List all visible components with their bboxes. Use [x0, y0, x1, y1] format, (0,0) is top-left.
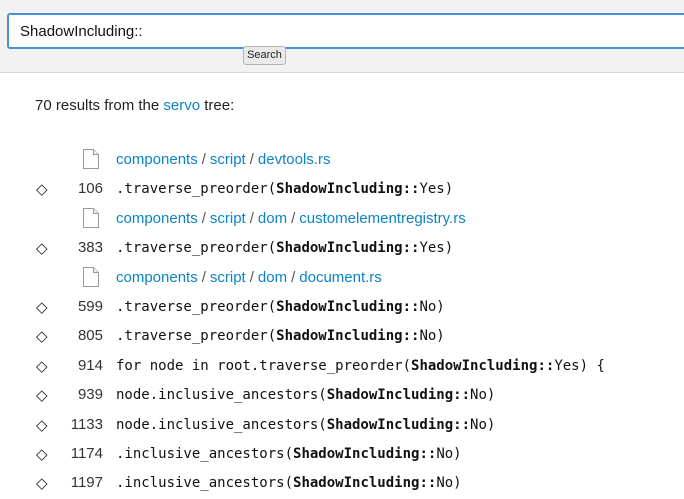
code-match-highlight: ShadowIncluding::: [326, 387, 471, 404]
results-suffix: tree:: [204, 97, 235, 114]
code-before-match: .traverse_preorder(: [116, 181, 277, 198]
results-list: components / script / devtools.rs ◇ 106 .traver…: [0, 146, 684, 499]
path-segment-link[interactable]: script: [210, 210, 246, 227]
code-match-highlight: ShadowIncluding::: [411, 357, 555, 374]
code-after-match: Yes): [419, 240, 454, 257]
code-after-match: Yes): [419, 181, 454, 198]
code-after-match: No): [436, 445, 462, 462]
path-separator: /: [201, 209, 206, 227]
file-icon: [83, 207, 99, 228]
path-separator: /: [249, 268, 254, 286]
code-match-highlight: ShadowIncluding::: [326, 416, 471, 433]
result-line-row: ◇ 599 .traverse_preorder(ShadowIncluding::…: [0, 293, 684, 322]
line-number-link[interactable]: 106: [55, 180, 103, 197]
file-row: components / script / dom / document.rs: [0, 264, 684, 293]
diamond-icon[interactable]: ◇: [36, 357, 48, 375]
file-row: components / script / devtools.rs: [0, 146, 684, 175]
code-before-match: .inclusive_ancestors(: [116, 475, 294, 492]
diamond-icon[interactable]: ◇: [36, 445, 48, 463]
line-number-link[interactable]: 939: [55, 386, 103, 403]
file-path-breadcrumb: components / script / dom / customelementregis…: [116, 210, 466, 227]
diamond-icon[interactable]: ◇: [36, 386, 48, 404]
result-line-row: ◇ 914 for node in root.traverse_preorder(S…: [0, 352, 684, 381]
file-path-breadcrumb: components / script / dom / document.rs: [116, 269, 382, 286]
path-separator: /: [201, 268, 206, 286]
diamond-icon[interactable]: ◇: [36, 239, 48, 257]
results-count: 70 results from the: [35, 97, 160, 114]
code-after-match: Yes) {: [554, 357, 605, 374]
line-number-link[interactable]: 383: [55, 239, 103, 256]
path-segment-link[interactable]: devtools.rs: [258, 151, 331, 168]
result-line-row: ◇ 1197 .inclusive_ancestors(ShadowIncludin…: [0, 469, 684, 498]
line-number-link[interactable]: 1197: [55, 474, 103, 491]
path-segment-link[interactable]: components: [116, 210, 198, 227]
code-match-highlight: ShadowIncluding::: [293, 475, 437, 492]
line-number-link[interactable]: 805: [55, 327, 103, 344]
path-segment-link[interactable]: script: [210, 151, 246, 168]
code-before-match: .traverse_preorder(: [116, 328, 277, 345]
path-segment-link[interactable]: components: [116, 269, 198, 286]
result-line-row: ◇ 1133 node.inclusive_ancestors(ShadowIncl…: [0, 411, 684, 440]
diamond-icon[interactable]: ◇: [36, 474, 48, 492]
path-separator: /: [249, 209, 254, 227]
file-row: components / script / dom / customelementregis…: [0, 205, 684, 234]
file-path-breadcrumb: components / script / devtools.rs: [116, 151, 330, 168]
path-segment-link[interactable]: script: [210, 269, 246, 286]
code-match-highlight: ShadowIncluding::: [276, 181, 420, 198]
path-separator: /: [201, 151, 206, 168]
tree-link[interactable]: servo: [163, 97, 200, 114]
search-button[interactable]: Search: [243, 46, 286, 65]
code-match-highlight: ShadowIncluding::: [276, 240, 420, 257]
diamond-icon[interactable]: ◇: [36, 416, 48, 434]
result-line-row: ◇ 1174 .inclusive_ancestors(ShadowIncludin…: [0, 440, 684, 469]
code-match-highlight: ShadowIncluding::: [276, 298, 420, 315]
line-number-link[interactable]: 1133: [55, 416, 103, 433]
line-number-link[interactable]: 1174: [55, 445, 103, 462]
search-bar: Search: [0, 0, 684, 73]
path-separator: /: [291, 209, 296, 227]
path-separator: /: [291, 268, 296, 286]
code-before-match: .inclusive_ancestors(: [116, 445, 294, 462]
file-icon: [83, 266, 99, 287]
path-segment-link[interactable]: dom: [258, 210, 287, 227]
result-line-row: ◇ 939 node.inclusive_ancestors(ShadowInclu…: [0, 381, 684, 410]
code-after-match: No): [436, 475, 462, 492]
code-snippet: node.inclusive_ancestors(ShadowIncluding…: [116, 387, 495, 403]
code-before-match: .traverse_preorder(: [116, 298, 277, 315]
path-separator: /: [249, 151, 254, 168]
diamond-icon[interactable]: ◇: [36, 298, 48, 316]
code-match-highlight: ShadowIncluding::: [293, 445, 437, 462]
code-before-match: node.inclusive_ancestors(: [116, 416, 327, 433]
code-snippet: .inclusive_ancestors(ShadowIncluding::No…: [116, 475, 462, 491]
code-snippet: for node in root.traverse_preorder(Shado…: [116, 358, 605, 374]
path-segment-link[interactable]: components: [116, 151, 198, 168]
code-before-match: for node in root.traverse_preorder(: [116, 357, 412, 374]
diamond-icon[interactable]: ◇: [36, 327, 48, 345]
code-before-match: node.inclusive_ancestors(: [116, 387, 327, 404]
file-icon: [83, 149, 99, 169]
code-snippet: .traverse_preorder(ShadowIncluding::Yes): [116, 240, 453, 256]
code-after-match: No): [470, 387, 496, 404]
line-number-link[interactable]: 914: [55, 357, 103, 374]
result-line-row: ◇ 106 .traverse_preorder(ShadowIncluding::…: [0, 175, 684, 204]
results-summary: 70 results from the servo tree:: [35, 97, 234, 114]
path-segment-link[interactable]: dom: [258, 269, 287, 286]
line-number-link[interactable]: 599: [55, 298, 103, 315]
code-before-match: .traverse_preorder(: [116, 240, 277, 257]
code-after-match: No): [470, 416, 496, 433]
diamond-icon[interactable]: ◇: [36, 180, 48, 198]
path-segment-link[interactable]: document.rs: [299, 269, 382, 286]
result-line-row: ◇ 805 .traverse_preorder(ShadowIncluding::…: [0, 322, 684, 351]
search-input[interactable]: [7, 13, 684, 49]
code-snippet: .inclusive_ancestors(ShadowIncluding::No…: [116, 446, 462, 462]
code-snippet: .traverse_preorder(ShadowIncluding::No): [116, 328, 445, 344]
result-line-row: ◇ 383 .traverse_preorder(ShadowIncluding::…: [0, 234, 684, 263]
code-snippet: .traverse_preorder(ShadowIncluding::Yes): [116, 181, 453, 197]
path-segment-link[interactable]: customelementregistry.rs: [299, 210, 465, 227]
code-snippet: .traverse_preorder(ShadowIncluding::No): [116, 299, 445, 315]
code-snippet: node.inclusive_ancestors(ShadowIncluding…: [116, 417, 495, 433]
code-match-highlight: ShadowIncluding::: [276, 328, 420, 345]
code-after-match: No): [419, 328, 445, 345]
code-after-match: No): [419, 298, 445, 315]
